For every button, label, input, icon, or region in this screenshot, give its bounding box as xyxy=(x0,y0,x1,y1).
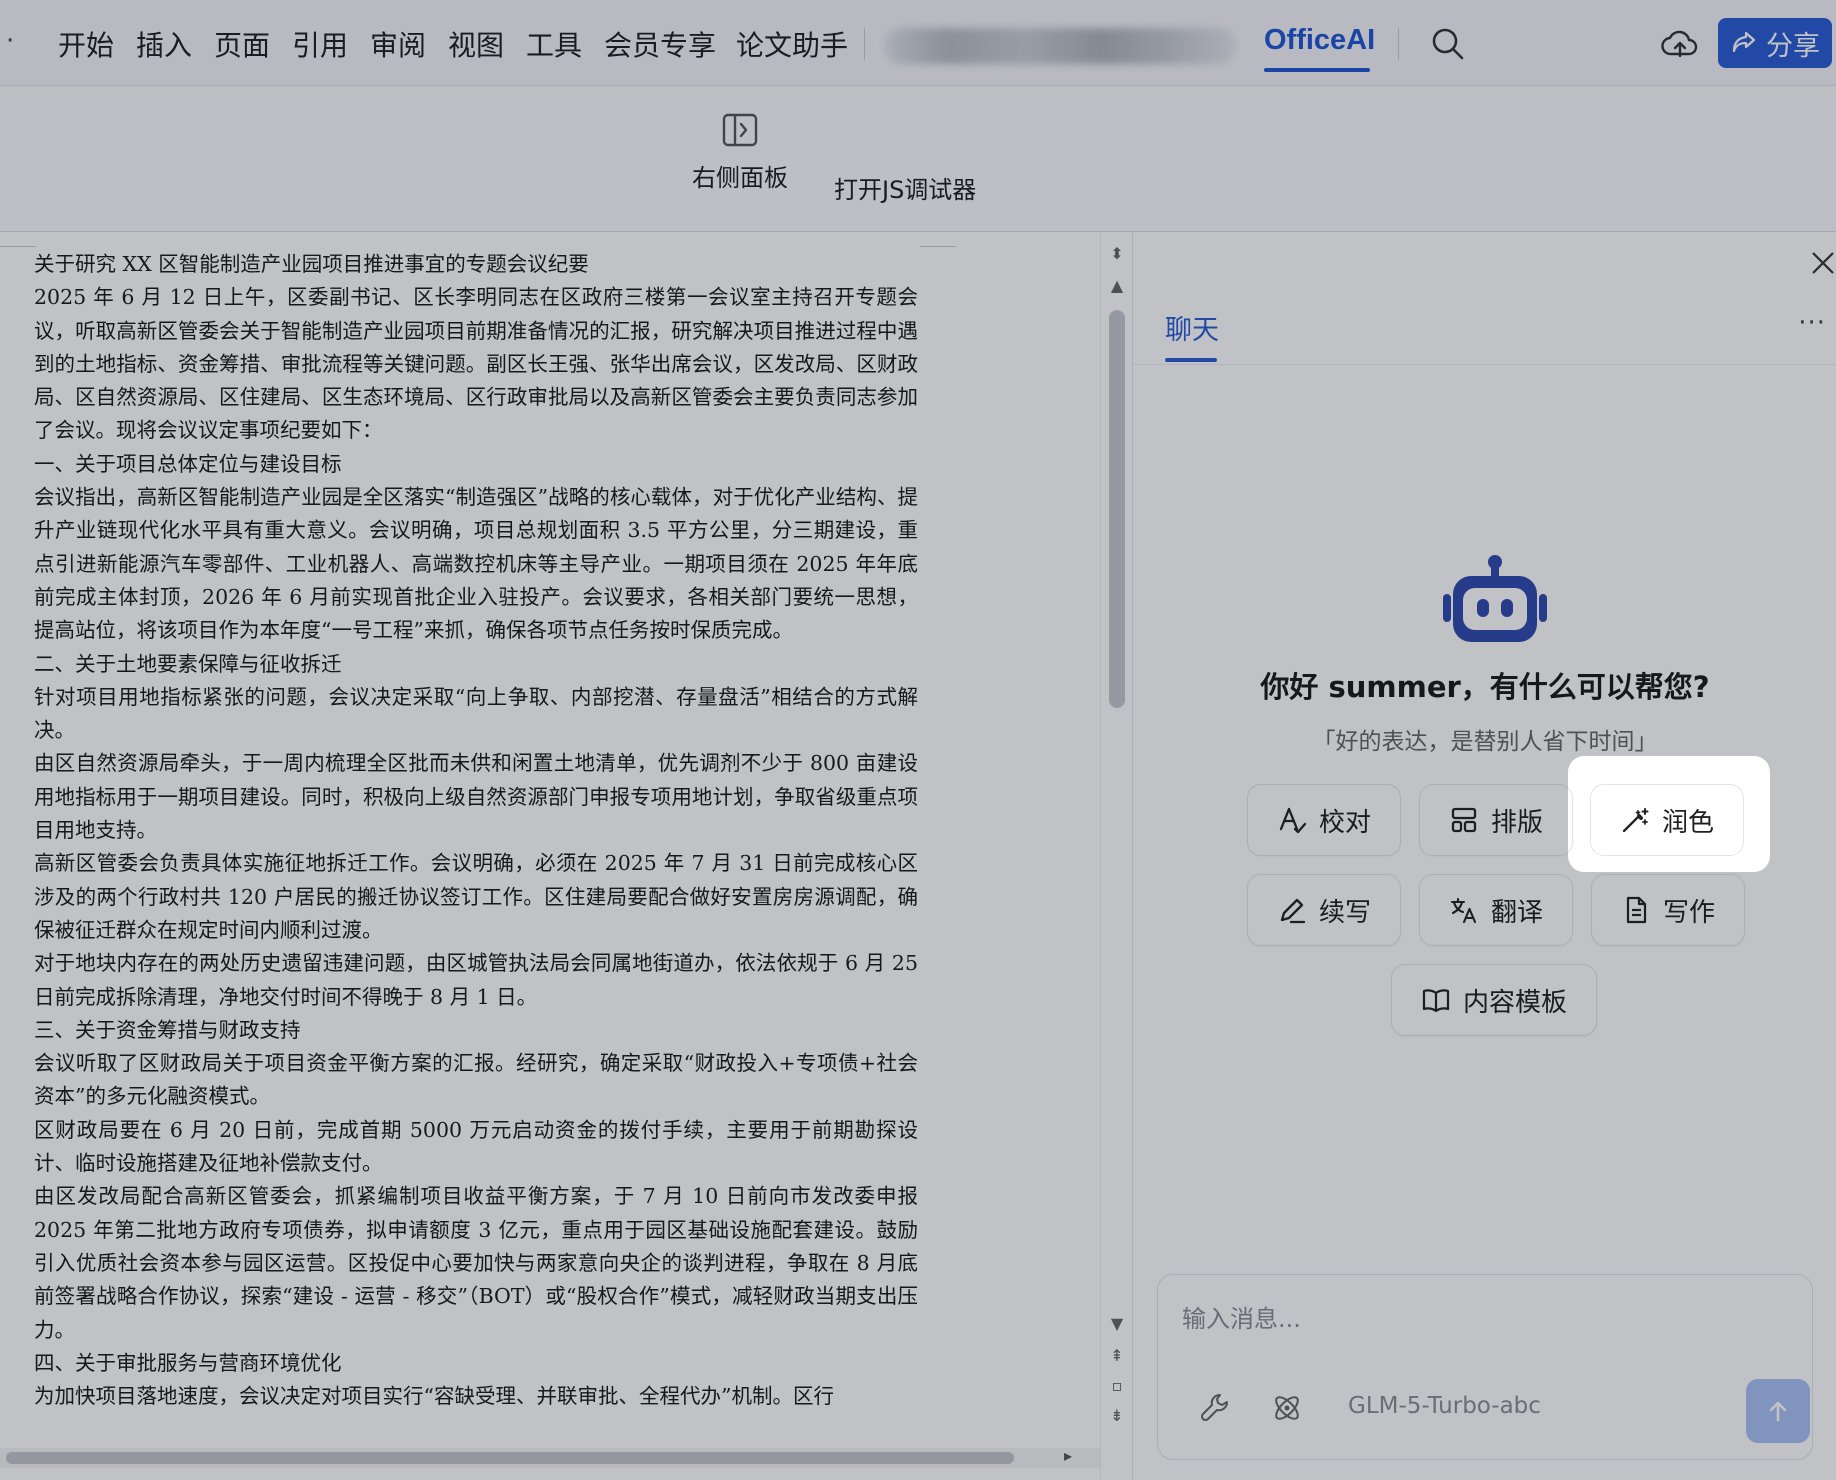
select-browse-icon[interactable]: ▫ xyxy=(1105,1376,1129,1400)
content-template-label: 内容模板 xyxy=(1462,987,1567,1018)
js-debugger-button[interactable]: 打开JS调试器 xyxy=(834,170,976,205)
document-body[interactable]: 关于研究 XX 区智能制造产业园项目推进事宜的专题会议纪要 2025 年 6 月… xyxy=(34,248,918,1413)
greeting-heading: 你好 summer，有什么可以帮您? xyxy=(1260,670,1710,704)
right-panel-label: 右侧面板 xyxy=(692,164,788,192)
layout-icon xyxy=(1451,807,1477,833)
proofread-icon xyxy=(1279,807,1307,834)
page-corner-mark xyxy=(920,246,956,247)
content-template-button[interactable]: 内容模板 xyxy=(1391,964,1597,1036)
atom-icon[interactable] xyxy=(1270,1391,1304,1425)
menu-bar: · 开始 插入 页面 引用 审阅 视图 工具 会员专享 论文助手 OfficeA… xyxy=(0,0,1836,86)
menu-item-insert[interactable]: 插入 xyxy=(136,24,192,64)
doc-paragraph: 区财政局要在 6 月 20 日前，完成首期 5000 万元启动资金的拨付手续，主… xyxy=(34,1117,918,1176)
scroll-up-icon[interactable]: ▲ xyxy=(1105,276,1129,300)
share-icon xyxy=(1732,31,1756,53)
polish-label: 润色 xyxy=(1661,807,1714,838)
doc-paragraph: 会议指出，高新区智能制造产业园是全区落实“制造强区”战略的核心载体，对于优化产业… xyxy=(34,485,918,643)
doc-heading: 四、关于审批服务与营商环境优化 xyxy=(34,1350,342,1375)
write-label: 写作 xyxy=(1662,897,1715,928)
doc-paragraph: 针对项目用地指标紧张的问题，会议决定采取“向上争取、内部挖潜、存量盘活”相结合的… xyxy=(34,684,918,743)
translate-label: 翻译 xyxy=(1490,897,1543,928)
doc-paragraph: 对于地块内存在的两处历史遗留违建问题，由区城管执法局会同属地街道办，依法依规于 … xyxy=(34,951,918,1009)
doc-paragraph: 会议听取了区财政局关于项目资金平衡方案的汇报。经研究，确定采取“财政投入+专项债… xyxy=(34,1051,918,1109)
doc-paragraph: 由区发改局配合高新区管委会，抓紧编制项目收益平衡方案，于 7 月 10 日前向市… xyxy=(34,1184,918,1342)
doc-heading: 二、关于土地要素保障与征收拆迁 xyxy=(34,651,342,676)
polish-button[interactable]: 润色 xyxy=(1590,784,1744,856)
pen-icon xyxy=(1280,898,1306,924)
continue-writing-label: 续写 xyxy=(1318,897,1371,928)
tab-divider xyxy=(1133,364,1836,365)
cloud-upload-icon[interactable] xyxy=(1660,24,1700,64)
scroll-down-icon[interactable]: ▼ xyxy=(1105,1314,1129,1338)
scroll-right-icon[interactable]: ▸ xyxy=(1064,1446,1072,1465)
proofread-label: 校对 xyxy=(1318,807,1371,838)
doc-title: 关于研究 XX 区智能制造产业园项目推进事宜的专题会议纪要 xyxy=(34,252,589,276)
arrow-up-icon xyxy=(1769,1401,1787,1422)
message-input[interactable]: 输入消息... xyxy=(1182,1299,1301,1334)
greeting-subtitle: 「好的表达，是替别人省下时间」 xyxy=(1312,729,1658,755)
continue-writing-button[interactable]: 续写 xyxy=(1247,874,1401,946)
doc-heading: 一、关于项目总体定位与建设目标 xyxy=(34,451,342,476)
book-icon xyxy=(1422,989,1450,1013)
share-button[interactable]: 分享 xyxy=(1718,18,1832,68)
doc-paragraph: 2025 年 6 月 12 日上午，区委副书记、区长李明同志在区政府三楼第一会议… xyxy=(34,285,918,443)
document-area[interactable]: 关于研究 XX 区智能制造产业园项目推进事宜的专题会议纪要 2025 年 6 月… xyxy=(0,232,1100,1480)
menu-item-start[interactable]: 开始 xyxy=(58,24,114,64)
active-tab-indicator xyxy=(1264,68,1370,72)
doc-paragraph: 高新区管委会负责具体实施征地拆迁工作。会议明确，必须在 2025 年 7 月 3… xyxy=(34,851,918,942)
translate-icon xyxy=(1450,897,1477,924)
wrench-icon[interactable] xyxy=(1198,1391,1232,1425)
magic-wand-icon xyxy=(1622,808,1649,833)
layout-button[interactable]: 排版 xyxy=(1419,784,1573,856)
write-button[interactable]: 写作 xyxy=(1591,874,1745,946)
menu-item-member[interactable]: 会员专享 xyxy=(604,24,716,64)
translate-button[interactable]: 翻译 xyxy=(1419,874,1573,946)
menu-item-view[interactable]: 视图 xyxy=(448,24,504,64)
right-panel-button[interactable]: 右侧面板 xyxy=(692,112,788,193)
tab-chat-indicator xyxy=(1165,358,1217,362)
menu-item-tools[interactable]: 工具 xyxy=(526,24,582,64)
search-icon[interactable] xyxy=(1428,24,1468,64)
menu-item-page[interactable]: 页面 xyxy=(214,24,270,64)
prev-page-icon[interactable]: ⇞ xyxy=(1105,1346,1129,1370)
menu-item-review[interactable]: 审阅 xyxy=(370,24,426,64)
tab-officeai[interactable]: OfficeAI xyxy=(1264,24,1375,57)
share-label: 分享 xyxy=(1766,30,1820,62)
js-debugger-label: 打开JS调试器 xyxy=(834,176,977,204)
panel-toggle-icon xyxy=(722,113,758,147)
doc-paragraph: 由区自然资源局牵头，于一周内梳理全区批而未供和闲置土地清单，优先调剂不少于 80… xyxy=(34,751,918,843)
scroll-thumb[interactable] xyxy=(1109,310,1125,708)
robot-icon xyxy=(1443,555,1547,642)
document-icon xyxy=(1626,896,1647,924)
ai-side-panel: 聊天 ··· 你好 summer，有什么可以帮您? 「好的表达，是替别人省下时间… xyxy=(1132,232,1836,1480)
message-composer: 输入消息... GLM-5-Turbo-abc xyxy=(1157,1274,1813,1460)
split-view-icon[interactable]: ⬍ xyxy=(1105,244,1129,268)
more-options-icon[interactable]: ··· xyxy=(1798,308,1826,338)
doc-heading: 三、关于资金筹措与财政支持 xyxy=(34,1017,301,1042)
close-icon[interactable] xyxy=(1806,246,1836,276)
menu-divider xyxy=(864,28,865,60)
model-selector[interactable]: GLM-5-Turbo-abc xyxy=(1348,1393,1541,1419)
ribbon: 右侧面板 打开JS调试器 xyxy=(0,86,1836,232)
next-page-icon[interactable]: ⇟ xyxy=(1105,1406,1129,1430)
blurred-menu-items xyxy=(884,28,1236,64)
menu-divider xyxy=(1398,28,1399,60)
vertical-scrollbar[interactable]: ⬍ ▲ ▼ ⇞ ▫ ⇟ xyxy=(1100,232,1132,1480)
horizontal-scrollbar[interactable]: ▸ xyxy=(0,1446,1100,1468)
overflow-dot[interactable]: · xyxy=(6,26,14,56)
hscroll-thumb[interactable] xyxy=(6,1452,1014,1464)
proofread-button[interactable]: 校对 xyxy=(1247,784,1401,856)
layout-label: 排版 xyxy=(1490,807,1543,838)
send-button[interactable] xyxy=(1746,1379,1810,1443)
doc-paragraph: 为加快项目落地速度，会议决定对项目实行“容缺受理、并联审批、全程代办”机制。区行 xyxy=(34,1384,834,1409)
menu-item-thesis[interactable]: 论文助手 xyxy=(736,24,848,64)
menu-item-reference[interactable]: 引用 xyxy=(292,24,348,64)
tab-chat[interactable]: 聊天 xyxy=(1165,308,1219,347)
page-corner-mark xyxy=(0,246,36,247)
